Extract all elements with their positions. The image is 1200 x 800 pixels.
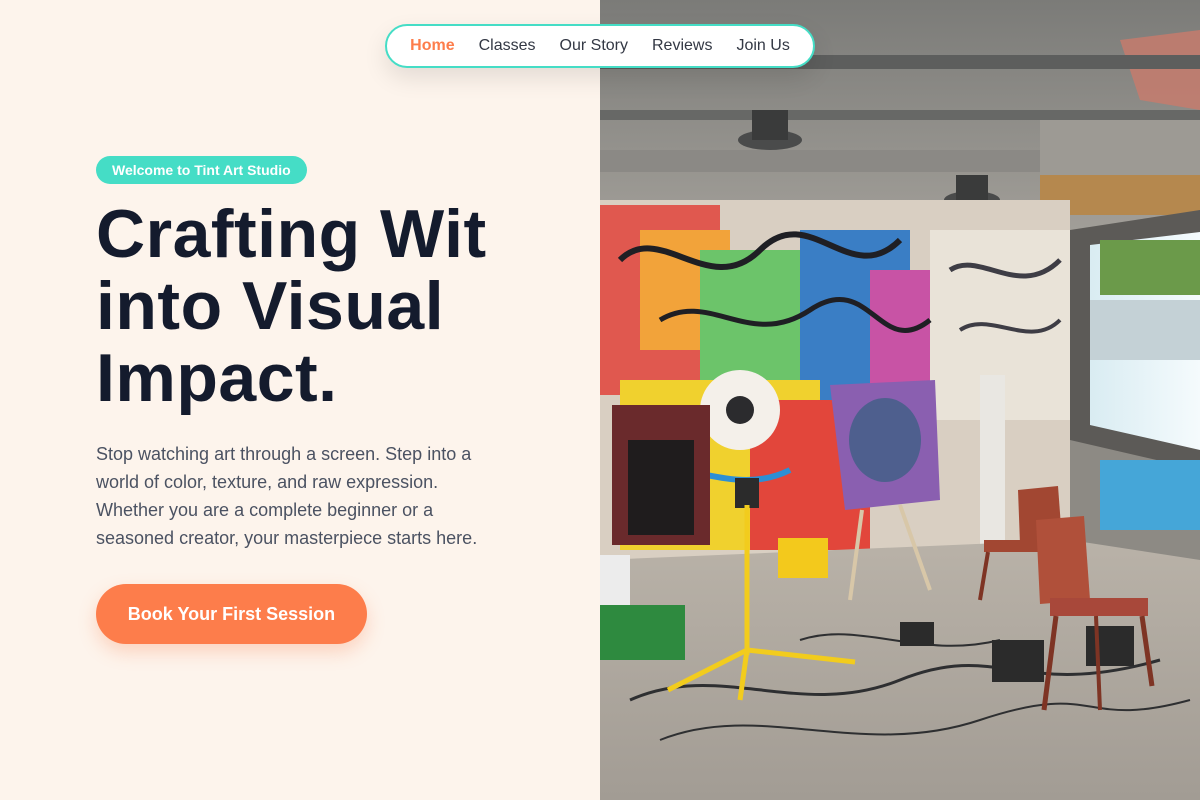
headline-line-1: Crafting Wit: [96, 196, 487, 272]
hero-headline: Crafting Wit into Visual Impact.: [96, 198, 616, 414]
hero-section: Welcome to Tint Art Studio Crafting Wit …: [0, 0, 600, 800]
nav-our-story-link[interactable]: Our Story: [560, 37, 628, 55]
hero-description: Stop watching art through a screen. Step…: [96, 444, 478, 548]
landing-page: Home Classes Our Story Reviews Join Us W…: [0, 0, 1200, 800]
studio-photo-illustration: [600, 0, 1200, 800]
nav-classes-link[interactable]: Classes: [479, 37, 536, 55]
headline-line-3: Impact.: [96, 340, 338, 416]
headline-line-2: into Visual: [96, 268, 445, 344]
welcome-badge: Welcome to Tint Art Studio: [96, 156, 307, 184]
nav-home-link[interactable]: Home: [410, 37, 454, 55]
nav-reviews-link[interactable]: Reviews: [652, 37, 712, 55]
nav-join-us-link[interactable]: Join Us: [736, 37, 789, 55]
book-session-button[interactable]: Book Your First Session: [96, 584, 367, 644]
main-nav: Home Classes Our Story Reviews Join Us: [385, 24, 815, 68]
studio-photo: [600, 0, 1200, 800]
